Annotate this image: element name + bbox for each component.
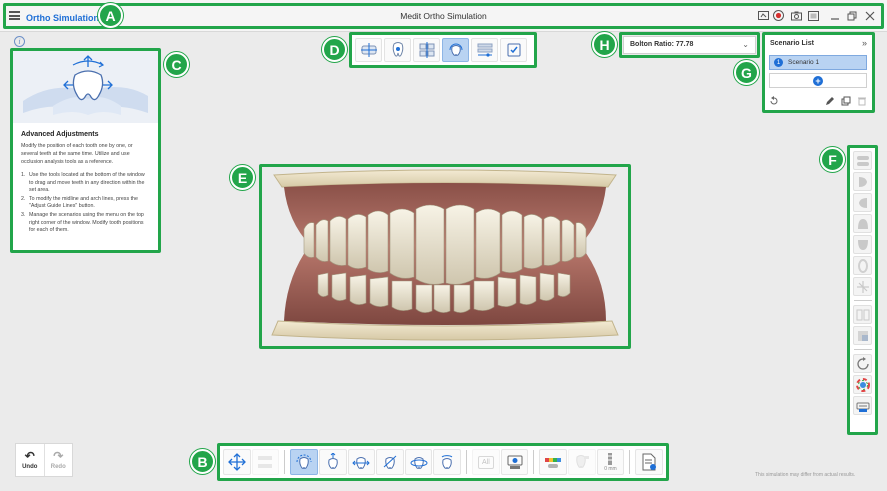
- callout-badge-c: C: [164, 52, 189, 77]
- callout-frame-g: [762, 32, 875, 113]
- callout-badge-b: B: [190, 449, 215, 474]
- callout-badge-f: F: [820, 147, 845, 172]
- simulation-disclaimer: This simulation may differ from actual r…: [755, 472, 856, 478]
- callout-frame-c: [10, 48, 161, 253]
- callout-frame-f: [847, 145, 878, 435]
- redo-button[interactable]: ↷ Redo: [43, 444, 73, 476]
- callout-badge-e: E: [230, 165, 255, 190]
- callout-frame-d: [349, 32, 537, 68]
- redo-icon: ↷: [53, 449, 64, 463]
- callout-badge-a: A: [98, 3, 123, 28]
- callout-badge-g: G: [734, 60, 759, 85]
- undo-icon: ↶: [24, 449, 35, 463]
- callout-frame-a: [3, 3, 884, 29]
- undo-label: Undo: [22, 464, 38, 470]
- callout-frame-h: [619, 32, 760, 58]
- title-bar: Ortho Simulationⓘ Medit Ortho Simulation: [0, 0, 887, 32]
- redo-label: Redo: [50, 464, 66, 470]
- callout-frame-e: [259, 164, 631, 349]
- callout-badge-d: D: [322, 37, 347, 62]
- undo-redo-group: ↶ Undo ↷ Redo: [15, 443, 73, 477]
- info-icon[interactable]: i: [14, 36, 25, 47]
- undo-button[interactable]: ↶ Undo: [16, 444, 44, 476]
- callout-frame-b: [217, 443, 669, 481]
- callout-badge-h: H: [592, 32, 617, 57]
